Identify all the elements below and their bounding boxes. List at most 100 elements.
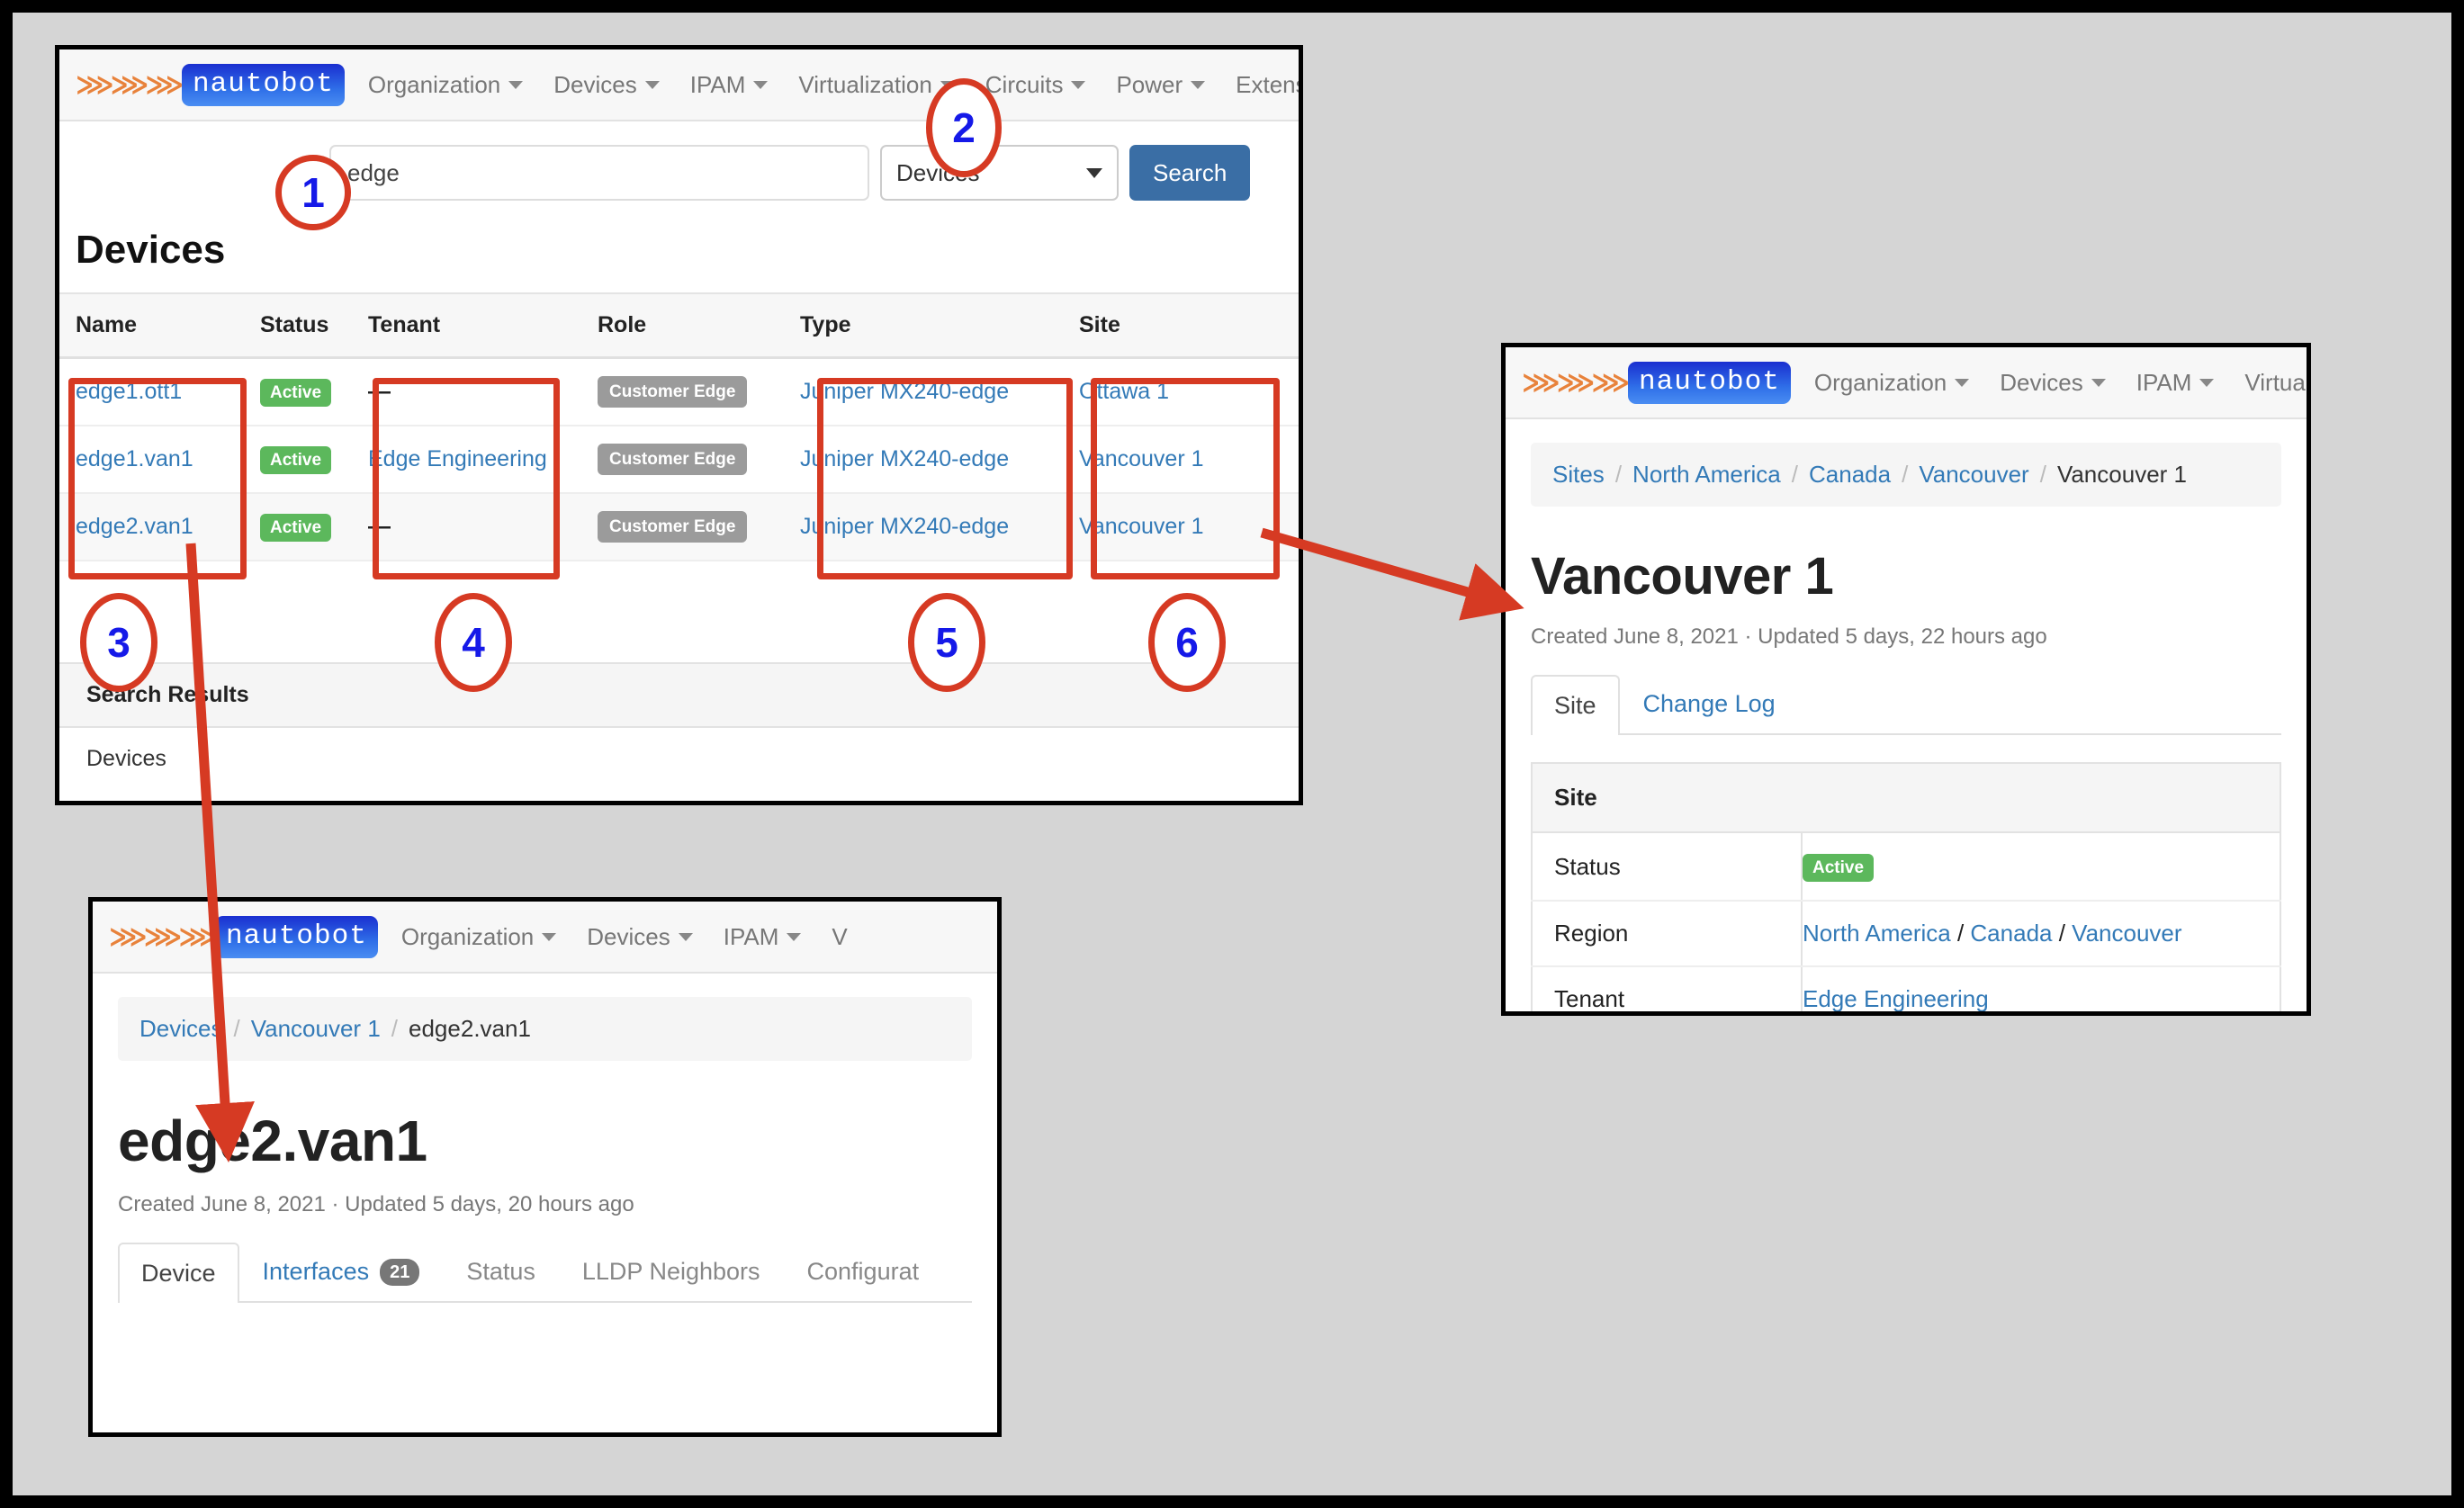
device-name-link[interactable]: edge1.van1 — [76, 446, 193, 471]
tenant-value: — — [368, 379, 391, 404]
nav-item-devices[interactable]: Devices — [587, 923, 693, 951]
col-header-status[interactable]: Status — [244, 292, 352, 359]
devices-search-window: ⋙⋙⋙ nautobot Organization Devices IPAM V… — [55, 45, 1303, 805]
navbar-device-panel: ⋙⋙⋙ nautobot Organization Devices IPAM V — [93, 902, 997, 974]
chevron-down-icon — [940, 80, 955, 89]
row-label-region: Region — [1531, 901, 1803, 967]
nav-item-circuits[interactable]: Circuits — [985, 71, 1086, 99]
breadcrumb-item-vancouver[interactable]: Vancouver — [1919, 461, 2028, 488]
breadcrumb-item-sites[interactable]: Sites — [1552, 461, 1605, 488]
role-badge: Customer Edge — [598, 444, 748, 475]
nav-item-virtualization[interactable]: V — [832, 923, 847, 951]
site-table-header: Site — [1531, 762, 2281, 833]
chevrons-icon: ⋙⋙⋙ — [76, 68, 184, 101]
nav-item-virtualization[interactable]: Virtualization — [2244, 369, 2307, 397]
page-title: Devices — [76, 228, 226, 272]
tab-status[interactable]: Status — [443, 1241, 559, 1301]
tab-interfaces[interactable]: Interfaces 21 — [239, 1241, 444, 1301]
table-row: Region North America / Canada / Vancouve… — [1531, 901, 2281, 967]
device-metadata: Created June 8, 2021 · Updated 5 days, 2… — [118, 1192, 634, 1216]
region-link-north-america[interactable]: North America — [1803, 920, 1951, 947]
chevron-down-icon — [1071, 80, 1086, 89]
table-header-row: Name Status Tenant Role Type Site — [59, 292, 1299, 359]
device-name-link[interactable]: edge1.ott1 — [76, 379, 182, 404]
search-scope-select[interactable]: Devices — [880, 145, 1119, 201]
nautobot-brand[interactable]: ⋙⋙⋙ nautobot — [109, 915, 378, 958]
col-header-type[interactable]: Type — [784, 292, 1063, 359]
site-detail-window: ⋙⋙⋙ nautobot Organization Devices IPAM V… — [1501, 343, 2311, 1016]
site-title: Vancouver 1 — [1531, 547, 1834, 606]
nav-item-power[interactable]: Power — [1116, 71, 1206, 99]
site-link[interactable]: Vancouver 1 — [1079, 514, 1204, 539]
chevron-down-icon — [1955, 378, 1970, 387]
region-link-vancouver[interactable]: Vancouver — [2072, 920, 2181, 947]
nav-item-ipam[interactable]: IPAM — [724, 923, 802, 951]
nav-item-virtualization[interactable]: Virtualization — [798, 71, 955, 99]
breadcrumb-item-north-america[interactable]: North America — [1632, 461, 1781, 488]
chevron-down-icon — [787, 932, 802, 941]
status-badge: Active — [260, 445, 332, 474]
tab-interfaces-label: Interfaces — [262, 1258, 370, 1285]
nautobot-brand[interactable]: ⋙⋙⋙ nautobot — [1522, 361, 1791, 404]
tab-change-log[interactable]: Change Log — [1620, 673, 1799, 733]
breadcrumb-item-vancouver-1[interactable]: Vancouver 1 — [251, 1015, 381, 1042]
nav-item-devices[interactable]: Devices — [2000, 369, 2106, 397]
navbar-site-panel: ⋙⋙⋙ nautobot Organization Devices IPAM V… — [1506, 347, 2307, 419]
nav-item-organization[interactable]: Organization — [401, 923, 557, 951]
tab-configuration[interactable]: Configurat — [784, 1241, 943, 1301]
chevron-down-icon — [2199, 378, 2215, 387]
nautobot-brand[interactable]: ⋙⋙⋙ nautobot — [76, 63, 345, 106]
brand-label: nautobot — [182, 63, 345, 106]
site-link[interactable]: Ottawa 1 — [1079, 379, 1169, 404]
chevrons-icon: ⋙⋙⋙ — [1522, 366, 1630, 399]
device-type-link[interactable]: Juniper MX240-edge — [800, 446, 1009, 471]
tenant-link[interactable]: Edge Engineering — [1803, 985, 1989, 1011]
breadcrumb-item-devices[interactable]: Devices — [139, 1015, 222, 1042]
chevron-down-icon — [1086, 167, 1102, 178]
tenant-link[interactable]: Edge Engineering — [368, 446, 547, 471]
col-header-tenant[interactable]: Tenant — [352, 292, 581, 359]
chevron-down-icon — [1191, 80, 1206, 89]
chevron-down-icon — [678, 932, 693, 941]
breadcrumb-current: edge2.van1 — [409, 1015, 531, 1042]
devices-table: Name Status Tenant Role Type Site edge1.… — [59, 292, 1299, 561]
nav-item-organization[interactable]: Organization — [1814, 369, 1970, 397]
brand-label: nautobot — [1628, 361, 1791, 404]
device-name-link[interactable]: edge2.van1 — [76, 514, 193, 539]
col-header-site[interactable]: Site — [1063, 292, 1299, 359]
nav-item-devices[interactable]: Devices — [553, 71, 660, 99]
breadcrumb: Sites / North America / Canada / Vancouver / Van… — [1531, 443, 2281, 507]
breadcrumb-item-canada[interactable]: Canada — [1809, 461, 1891, 488]
search-scope-value: Devices — [896, 158, 980, 186]
tab-device[interactable]: Device — [118, 1243, 239, 1303]
role-badge: Customer Edge — [598, 376, 748, 408]
search-results-item[interactable]: Devices — [59, 728, 1299, 790]
col-header-role[interactable]: Role — [581, 292, 784, 359]
device-type-link[interactable]: Juniper MX240-edge — [800, 514, 1009, 539]
table-row: Tenant Edge Engineering — [1531, 966, 2281, 1011]
nav-item-organization[interactable]: Organization — [368, 71, 524, 99]
status-badge: Active — [260, 513, 332, 542]
nav-item-extensibility[interactable]: Extensibi — [1236, 71, 1299, 99]
table-row: edge1.ott1 Active — Customer Edge Junipe… — [59, 357, 1299, 426]
device-type-link[interactable]: Juniper MX240-edge — [800, 379, 1009, 404]
nav-item-ipam[interactable]: IPAM — [2136, 369, 2215, 397]
device-title: edge2.van1 — [118, 1109, 427, 1173]
row-label-status: Status — [1531, 832, 1803, 902]
nav-item-ipam[interactable]: IPAM — [690, 71, 769, 99]
col-header-name[interactable]: Name — [59, 292, 244, 359]
site-info-table: Site Status Active Region North America … — [1531, 762, 2281, 1011]
chevron-down-icon — [753, 80, 769, 89]
table-row: edge1.van1 Active Edge Engineering Custo… — [59, 426, 1299, 494]
nav-items: Organization Devices IPAM V — [401, 923, 878, 951]
search-button[interactable]: Search — [1129, 145, 1251, 201]
region-link-canada[interactable]: Canada — [1970, 920, 2052, 947]
tab-lldp-neighbors[interactable]: LLDP Neighbors — [559, 1241, 784, 1301]
tab-site[interactable]: Site — [1531, 675, 1620, 735]
row-label-tenant: Tenant — [1531, 966, 1803, 1011]
site-link[interactable]: Vancouver 1 — [1079, 446, 1204, 471]
search-input[interactable]: edge — [329, 145, 869, 201]
chevron-down-icon — [542, 932, 557, 941]
navbar-devices-panel: ⋙⋙⋙ nautobot Organization Devices IPAM V… — [59, 49, 1299, 121]
device-detail-window: ⋙⋙⋙ nautobot Organization Devices IPAM V — [88, 897, 1002, 1437]
